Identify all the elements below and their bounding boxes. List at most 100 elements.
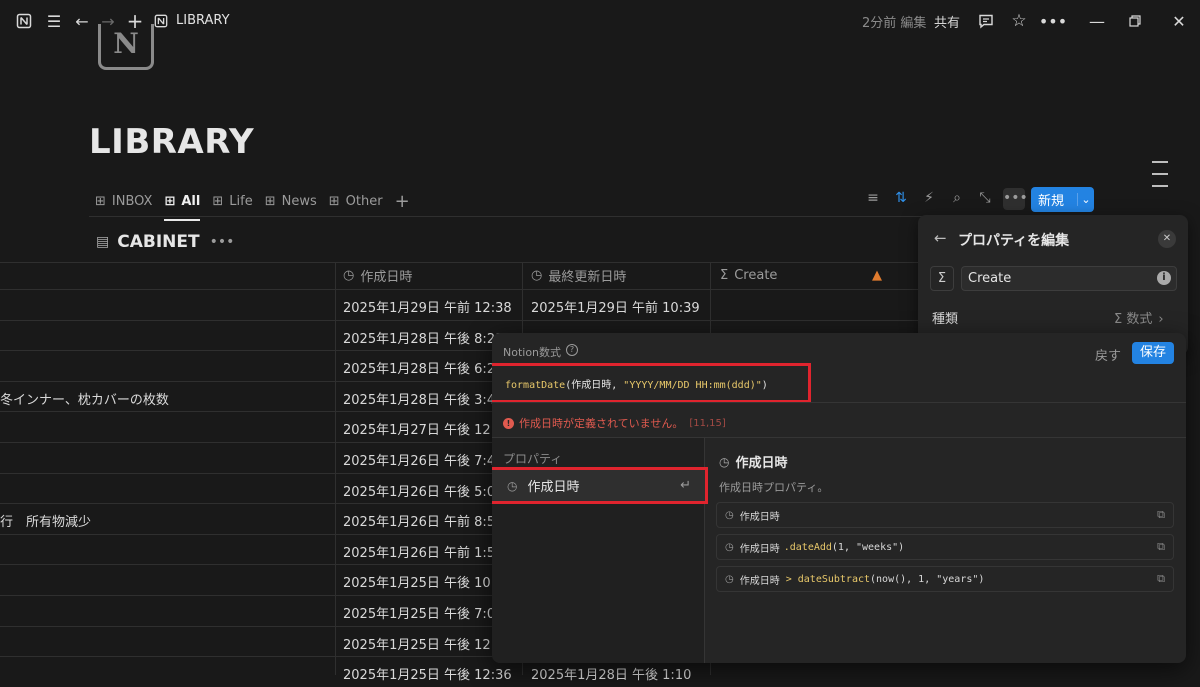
cell-created[interactable]: 2025年1月25日 午後 12:54 — [343, 634, 513, 653]
cell-created[interactable]: 2025年1月25日 午後 7:04 — [343, 603, 513, 622]
copy-icon[interactable]: ⧉ — [1157, 508, 1165, 522]
property-type-sigma-icon[interactable]: Σ — [930, 266, 954, 291]
view-options-icon[interactable]: ••• — [1003, 188, 1028, 210]
cell-updated[interactable]: 2025年1月29日 午前 10:39 — [531, 297, 703, 316]
restore-window-icon[interactable] — [1125, 11, 1145, 31]
database-icon: ▤ — [96, 234, 110, 250]
chevron-right-icon: > — [785, 573, 792, 585]
clock-icon: ◷ — [531, 268, 543, 283]
page-icon — [151, 11, 171, 31]
page-logo-icon: N — [98, 24, 154, 70]
search-icon[interactable]: ⌕ — [947, 190, 967, 206]
formula-code-input[interactable]: formatDate(作成日時, "YYYY/MM/DD HH:mm(ddd)"… — [492, 363, 811, 403]
panel-title: プロパティを編集 — [958, 233, 1070, 249]
sigma-icon: Σ — [1114, 312, 1127, 327]
chevron-right-icon: › — [1158, 312, 1164, 327]
close-window-icon[interactable]: ✕ — [1169, 11, 1189, 31]
copy-icon[interactable]: ⧉ — [1157, 540, 1165, 554]
type-value[interactable]: Σ 数式 › — [1114, 308, 1164, 327]
clock-icon: ◷ — [507, 478, 518, 493]
info-icon[interactable]: i — [1157, 271, 1171, 285]
notion-logo-icon[interactable] — [14, 11, 34, 31]
clock-icon: ◷ — [719, 454, 730, 469]
column-header-created[interactable]: ◷ 作成日時 — [343, 262, 412, 289]
detail-title: ◷ 作成日時 — [719, 454, 788, 472]
breadcrumb[interactable]: LIBRARY — [176, 13, 230, 28]
chevron-down-icon[interactable]: ⌄ — [1077, 193, 1094, 206]
type-label: 種類 — [932, 312, 959, 327]
formula-editor: Notion数式 ? 戻す 保存 formatDate(作成日時, "YYYY/… — [492, 333, 1186, 663]
expand-icon[interactable]: ⤡ — [975, 190, 995, 206]
cell-updated[interactable]: 2025年1月28日 午後 1:10 — [531, 664, 703, 683]
tab-all[interactable]: ⊞ All — [164, 188, 200, 221]
view-tabs: ⊞ INBOX ⊞ All ⊞ Life ⊞ News ⊞ Other + — [95, 188, 422, 221]
editor-divider — [492, 402, 1186, 403]
tab-other[interactable]: ⊞ Other — [329, 188, 383, 214]
property-name-input[interactable]: Create — [961, 266, 1177, 291]
clock-icon: ◷ — [343, 268, 355, 283]
tab-life[interactable]: ⊞ Life — [212, 188, 252, 214]
tab-news[interactable]: ⊞ News — [265, 188, 317, 214]
suggestion-list: プロパティ ◷ 作成日時 ↵ — [492, 438, 708, 663]
new-button[interactable]: 新規 ⌄ — [1031, 187, 1094, 212]
error-icon: ! — [503, 417, 514, 429]
cell-created[interactable]: 2025年1月26日 午前 1:51 — [343, 542, 513, 561]
share-button[interactable]: 共有 — [934, 12, 960, 31]
table-icon: ⊞ — [164, 193, 176, 209]
table-icon: ⊞ — [328, 193, 340, 209]
page-title[interactable]: LIBRARY — [89, 122, 254, 162]
menu-icon[interactable]: ☰ — [44, 11, 64, 31]
cell-created[interactable]: 2025年1月28日 午後 3:43 — [343, 389, 513, 408]
cell-created[interactable]: 2025年1月26日 午後 5:09 — [343, 481, 513, 500]
edited-timestamp: 2分前 編集 — [862, 16, 927, 31]
detail-description: 作成日時プロパティ。 — [719, 481, 829, 494]
table-icon: ⊞ — [212, 193, 224, 209]
clock-icon: ◷ — [725, 509, 734, 521]
table-icon: ⊞ — [264, 193, 276, 209]
automation-bolt-icon[interactable]: ⚡ — [919, 190, 939, 206]
section-label: プロパティ — [503, 452, 563, 466]
cell-created[interactable]: 2025年1月25日 午後 10:57 — [343, 572, 513, 591]
error-message: ! 作成日時が定義されていません。 [11,15] — [503, 415, 726, 431]
column-header-updated[interactable]: ◷ 最終更新日時 — [531, 262, 626, 289]
cell-name[interactable]: 冬インナー、枕カバーの枚数 — [0, 389, 330, 408]
star-icon[interactable]: ☆ — [1009, 11, 1029, 31]
clock-icon: ◷ — [725, 573, 734, 585]
add-view-icon[interactable]: + — [395, 188, 410, 214]
cell-created[interactable]: 2025年1月28日 午後 6:29 — [343, 358, 513, 377]
example-snippet[interactable]: ◷ 作成日時 > dateSubtract (now(), 1, "years") ⧉ — [716, 566, 1174, 592]
example-snippet[interactable]: ◷ 作成日時 ⧉ — [716, 502, 1174, 528]
back-arrow-icon[interactable]: ← — [72, 11, 92, 31]
clock-icon: ◷ — [725, 541, 734, 553]
cell-created[interactable]: 2025年1月28日 午後 8:21 — [343, 328, 513, 347]
enter-key-icon: ↵ — [680, 478, 691, 493]
cell-created[interactable]: 2025年1月25日 午後 12:36 — [343, 664, 513, 683]
database-title: ▤ CABINET ••• — [96, 232, 235, 252]
table-of-contents-icon[interactable] — [1152, 161, 1168, 197]
tab-inbox[interactable]: ⊞ INBOX — [95, 188, 152, 214]
suggestion-item-created[interactable]: ◷ 作成日時 ↵ — [492, 467, 708, 504]
sort-icon[interactable]: ⇅ — [891, 190, 911, 206]
database-more-icon[interactable]: ••• — [210, 234, 235, 250]
cancel-button[interactable]: 戻す — [1095, 345, 1121, 364]
cell-created[interactable]: 2025年1月26日 午後 7:45 — [343, 450, 513, 469]
close-icon[interactable]: ✕ — [1158, 230, 1176, 248]
column-header-create[interactable]: Σ Create — [720, 262, 777, 289]
back-arrow-icon[interactable]: ← — [934, 229, 947, 247]
warning-icon: ▲ — [872, 268, 882, 283]
comment-icon[interactable] — [976, 11, 996, 31]
table-icon: ⊞ — [95, 193, 106, 209]
filter-icon[interactable]: ≡ — [863, 190, 883, 206]
example-snippet[interactable]: ◷ 作成日時 .dateAdd (1, "weeks") ⧉ — [716, 534, 1174, 560]
more-options-icon[interactable]: ••• — [1039, 11, 1067, 31]
editor-label: Notion数式 — [503, 346, 562, 359]
cell-name[interactable]: 行 所有物減少 — [0, 511, 330, 530]
cell-created[interactable]: 2025年1月27日 午後 12:03 — [343, 419, 513, 438]
cell-created[interactable]: 2025年1月26日 午前 8:51 — [343, 511, 513, 530]
help-icon[interactable]: ? — [566, 344, 578, 356]
cell-created[interactable]: 2025年1月29日 午前 12:38 — [343, 297, 513, 316]
sigma-icon: Σ — [720, 268, 729, 283]
minimize-icon[interactable]: — — [1087, 11, 1107, 31]
copy-icon[interactable]: ⧉ — [1157, 572, 1165, 586]
save-button[interactable]: 保存 — [1132, 342, 1174, 364]
